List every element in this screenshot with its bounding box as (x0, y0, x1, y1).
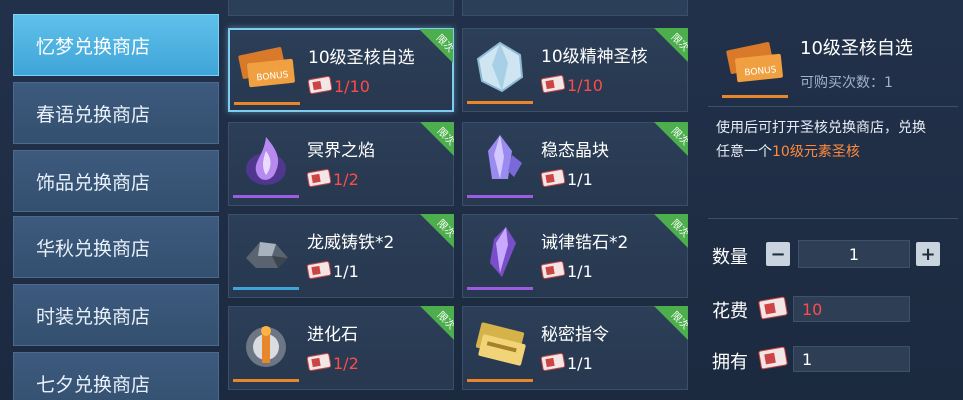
tab-yimeng-shop[interactable]: 忆梦兑换商店 (13, 14, 219, 76)
limited-tag: 限次 (420, 306, 454, 340)
limited-tag: 限次 (420, 122, 454, 156)
tab-accessory-shop[interactable]: 饰品兑换商店 (13, 150, 219, 212)
tab-label: 忆梦兑换商店 (36, 35, 151, 58)
ticket-icon (540, 168, 566, 192)
purple-flame-icon (233, 128, 299, 194)
shop-item[interactable]: BONUS 10级圣核自选 1/10 限次 (228, 28, 454, 112)
ticket-icon (540, 260, 566, 284)
item-name: 诫律锆石*2 (541, 233, 629, 253)
bonus-ticket-icon: BONUS (234, 35, 300, 101)
ticket-icon (758, 295, 788, 325)
cost-value: 10 (793, 296, 910, 322)
secret-order-icon (467, 312, 533, 378)
item-name: 龙威铸铁*2 (307, 233, 395, 253)
shop-item[interactable]: 冥界之焰 1/2 限次 (228, 122, 454, 206)
limited-tag: 限次 (654, 214, 688, 248)
shop-item[interactable]: 10级精神圣核 1/10 限次 (462, 28, 688, 112)
item-count: 1/10 (334, 77, 370, 96)
crystal-icon (467, 34, 533, 100)
item-name: 10级圣核自选 (308, 48, 415, 68)
rarity-bar (233, 195, 299, 198)
item-name: 进化石 (307, 325, 358, 345)
divider (708, 106, 958, 107)
ticket-icon (306, 168, 332, 192)
item-name: 秘密指令 (541, 325, 609, 345)
tab-qixi-shop[interactable]: 七夕兑换商店 (13, 352, 219, 400)
shop-item[interactable]: 诫律锆石*2 1/1 限次 (462, 214, 688, 298)
item-count: 1/1 (567, 354, 593, 373)
limited-tag: 限次 (654, 306, 688, 340)
rarity-bar (467, 287, 533, 290)
limited-tag: 限次 (420, 214, 454, 248)
detail-item-name: 10级圣核自选 (800, 38, 913, 59)
purchase-limit: 可购买次数：1 (800, 75, 893, 91)
partial-item-top-1 (228, 0, 454, 16)
tab-label: 七夕兑换商店 (36, 373, 151, 396)
tab-fashion-shop[interactable]: 时装兑换商店 (13, 284, 219, 346)
shop-item[interactable]: 龙威铸铁*2 1/1 限次 (228, 214, 454, 298)
limited-tag: 限次 (419, 29, 453, 63)
rarity-bar (234, 102, 300, 105)
partial-item-top-2 (462, 0, 688, 16)
tab-label: 华秋兑换商店 (36, 237, 151, 260)
quantity-label: 数量 (712, 247, 748, 268)
rarity-bar (467, 101, 533, 104)
tab-huaqiu-shop[interactable]: 华秋兑换商店 (13, 216, 219, 278)
ticket-icon (540, 74, 566, 98)
tab-chunyu-shop[interactable]: 春语兑换商店 (13, 82, 219, 144)
description-highlight: 10级元素圣核 (772, 144, 860, 160)
zircon-icon (467, 220, 533, 286)
item-count: 1/1 (333, 262, 359, 281)
tab-label: 饰品兑换商店 (36, 171, 151, 194)
item-name: 10级精神圣核 (541, 47, 648, 67)
evolution-stone-icon (233, 312, 299, 378)
rarity-bar (467, 379, 533, 382)
divider (708, 218, 958, 219)
cost-label: 花费 (712, 301, 748, 322)
own-label: 拥有 (712, 352, 748, 373)
bonus-ticket-icon: BONUS (722, 30, 788, 96)
tab-label: 时装兑换商店 (36, 305, 151, 328)
shop-sidebar: 忆梦兑换商店 春语兑换商店 饰品兑换商店 华秋兑换商店 时装兑换商店 七夕兑换商… (0, 0, 222, 400)
ticket-icon (306, 260, 332, 284)
item-count: 1/2 (333, 170, 359, 189)
shop-item[interactable]: 秘密指令 1/1 限次 (462, 306, 688, 390)
rarity-bar (233, 379, 299, 382)
limited-tag: 限次 (654, 28, 688, 62)
ticket-icon (540, 352, 566, 376)
rarity-bar (467, 195, 533, 198)
quantity-input[interactable]: 1 (798, 240, 910, 268)
iron-ore-icon (233, 220, 299, 286)
rarity-bar (722, 95, 788, 98)
item-count: 1/10 (567, 76, 603, 95)
shop-item[interactable]: 进化石 1/2 限次 (228, 306, 454, 390)
quantity-plus-button[interactable]: + (916, 242, 940, 266)
item-count: 1/2 (333, 354, 359, 373)
violet-crystal-icon (467, 128, 533, 194)
owned-value: 1 (793, 346, 910, 372)
item-name: 稳态晶块 (541, 141, 609, 161)
rarity-bar (233, 287, 299, 290)
shop-item[interactable]: 稳态晶块 1/1 限次 (462, 122, 688, 206)
limited-tag: 限次 (654, 122, 688, 156)
ticket-icon (306, 352, 332, 376)
ticket-icon (307, 75, 333, 99)
quantity-minus-button[interactable]: − (766, 242, 790, 266)
item-description: 使用后可打开圣核兑换商店，兑换任意一个10级元素圣核 (716, 120, 926, 160)
item-name: 冥界之焰 (307, 141, 375, 161)
item-count: 1/1 (567, 170, 593, 189)
ticket-icon (758, 345, 788, 375)
item-count: 1/1 (567, 262, 593, 281)
tab-label: 春语兑换商店 (36, 103, 151, 126)
item-detail-panel: BONUS 10级圣核自选 可购买次数：1 使用后可打开圣核兑换商店，兑换任意一… (700, 0, 963, 400)
